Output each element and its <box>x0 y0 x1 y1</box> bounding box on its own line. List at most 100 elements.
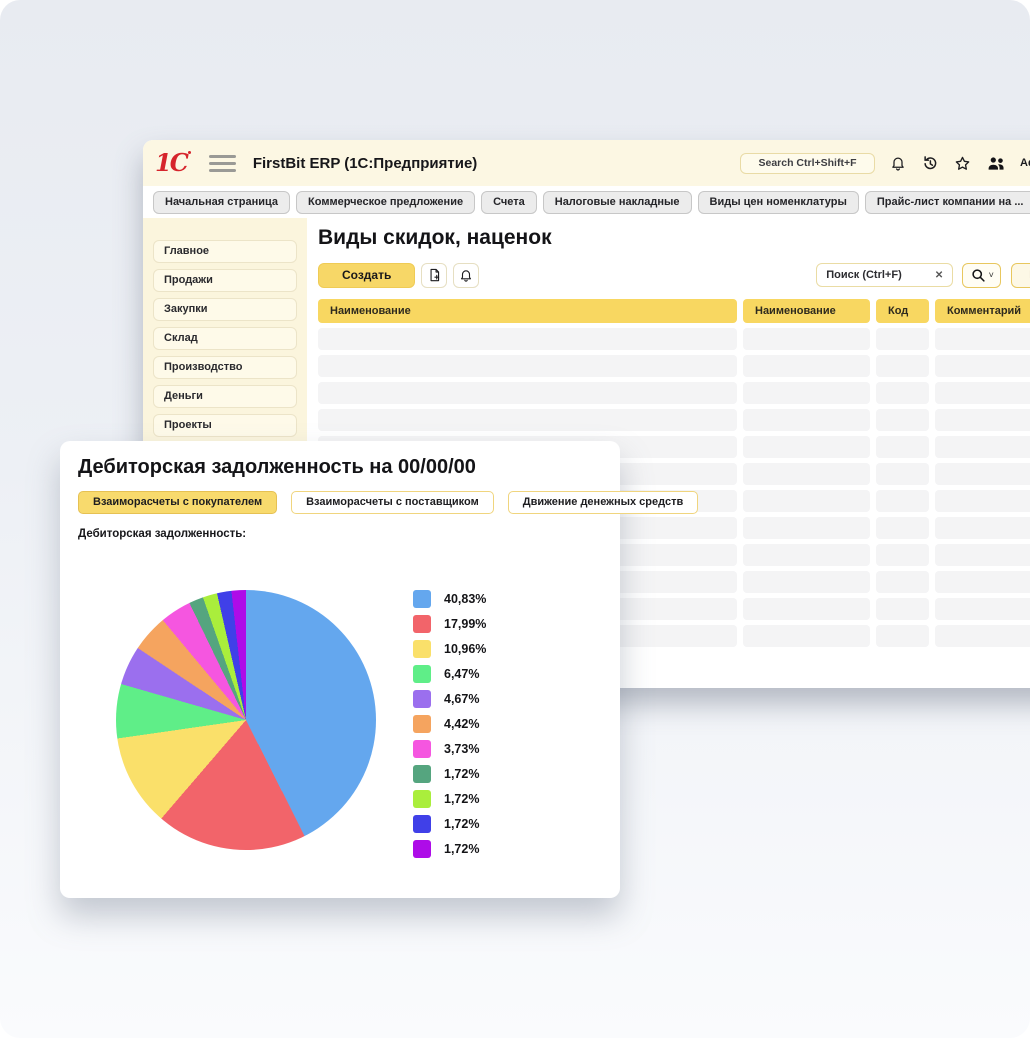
table-cell-placeholder <box>318 382 737 404</box>
table-cell-placeholder <box>876 490 929 512</box>
list-toolbar: Создать Поиск (Ctrl+F) ✕ ˅ <box>318 262 1030 288</box>
clear-search-icon[interactable]: ✕ <box>935 270 943 281</box>
legend-item: 1,72% <box>413 840 486 858</box>
report-title: Дебиторская задолженность на 00/00/00 <box>78 456 602 479</box>
table-cell-placeholder <box>876 571 929 593</box>
open-windows-tabbar: Начальная страница Коммерческое предложен… <box>143 186 1030 218</box>
app-title: FirstBit ERP (1С:Предприятие) <box>253 155 477 172</box>
legend-swatch <box>413 765 431 783</box>
report-tabs: Взаиморасчеты с покупателем Взаиморасчеты… <box>78 491 602 514</box>
sidebar-item-склад[interactable]: Склад <box>153 327 297 350</box>
table-cell-placeholder <box>318 328 737 350</box>
table-cell-placeholder <box>318 409 737 431</box>
document-add-icon[interactable] <box>421 263 447 288</box>
search-input[interactable]: Поиск (Ctrl+F) ✕ <box>816 263 953 287</box>
legend-label: 4,67% <box>444 692 479 706</box>
table-cell-placeholder <box>935 598 1030 620</box>
report-tab-движение-денежных-средств[interactable]: Движение денежных средств <box>508 491 699 514</box>
star-icon[interactable] <box>954 155 971 172</box>
table-cell-placeholder <box>743 598 870 620</box>
table-cell-placeholder <box>876 544 929 566</box>
column-header-1[interactable]: Наименование <box>318 299 737 323</box>
table-cell-placeholder <box>876 598 929 620</box>
table-cell-placeholder <box>876 463 929 485</box>
legend-label: 1,72% <box>444 842 479 856</box>
table-cell-placeholder <box>876 436 929 458</box>
table-cell-placeholder <box>743 571 870 593</box>
report-tab-взаиморасчеты-с-поставщиком[interactable]: Взаиморасчеты с поставщиком <box>291 491 494 514</box>
legend-item: 1,72% <box>413 815 486 833</box>
legend-label: 10,96% <box>444 642 486 656</box>
table-cell-placeholder <box>876 355 929 377</box>
receivables-report-card: Дебиторская задолженность на 00/00/00 Вз… <box>60 441 620 898</box>
chevron-down-icon: ˅ <box>989 270 994 280</box>
legend-label: 1,72% <box>444 767 479 781</box>
bell-icon[interactable] <box>890 155 906 172</box>
legend-label: 4,42% <box>444 717 479 731</box>
table-cell-placeholder <box>743 382 870 404</box>
table-cell-placeholder <box>743 328 870 350</box>
tab-виды-цен-номенклатуры[interactable]: Виды цен номенклатуры <box>698 191 859 214</box>
more-button[interactable]: Еще <box>1011 263 1030 288</box>
legend-swatch <box>413 715 431 733</box>
column-header-2[interactable]: Наименование <box>743 299 870 323</box>
legend-item: 40,83% <box>413 590 486 608</box>
legend-label: 1,72% <box>444 817 479 831</box>
bell-icon[interactable] <box>453 263 479 288</box>
legend-swatch <box>413 840 431 858</box>
table-cell-placeholder <box>876 382 929 404</box>
table-cell-placeholder <box>935 328 1030 350</box>
header-right-cluster: Search Ctrl+Shift+F Admin <box>740 140 1030 186</box>
current-user-label[interactable]: Admin <box>1020 157 1030 169</box>
table-cell-placeholder <box>935 490 1030 512</box>
sidebar-item-деньги[interactable]: Деньги <box>153 385 297 408</box>
table-cell-placeholder <box>743 517 870 539</box>
legend-item: 4,67% <box>413 690 486 708</box>
column-header-3[interactable]: Код <box>876 299 929 323</box>
sidebar-item-главное[interactable]: Главное <box>153 240 297 263</box>
table-cell-placeholder <box>935 571 1030 593</box>
page-background: 1С FirstBit ERP (1С:Предприятие) Search … <box>0 0 1030 1038</box>
legend-item: 4,42% <box>413 715 486 733</box>
column-header-4[interactable]: Комментарий <box>935 299 1030 323</box>
pie-chart-area: 40,83%17,99%10,96%6,47%4,67%4,42%3,73%1,… <box>78 540 602 870</box>
sidebar-item-закупки[interactable]: Закупки <box>153 298 297 321</box>
legend-swatch <box>413 640 431 658</box>
table-cell-placeholder <box>935 544 1030 566</box>
legend-label: 40,83% <box>444 592 486 606</box>
sidebar-item-продажи[interactable]: Продажи <box>153 269 297 292</box>
tab-прайс-лист-компании-на[interactable]: Прайс-лист компании на ... <box>865 191 1030 214</box>
table-cell-placeholder <box>935 463 1030 485</box>
report-tab-взаиморасчеты-с-покупателем[interactable]: Взаиморасчеты с покупателем <box>78 491 277 514</box>
legend-swatch <box>413 615 431 633</box>
tab-налоговые-накладные[interactable]: Налоговые накладные <box>543 191 692 214</box>
table-cell-placeholder <box>876 517 929 539</box>
global-search-input[interactable]: Search Ctrl+Shift+F <box>740 153 875 174</box>
legend-swatch <box>413 740 431 758</box>
tab-начальная-страница[interactable]: Начальная страница <box>153 191 290 214</box>
users-icon[interactable] <box>986 155 1006 172</box>
table-cell-placeholder <box>743 463 870 485</box>
tab-счета[interactable]: Счета <box>481 191 537 214</box>
sidebar-item-производство[interactable]: Производство <box>153 356 297 379</box>
tab-коммерческое-предложение[interactable]: Коммерческое предложение <box>296 191 475 214</box>
table-cell-placeholder <box>318 355 737 377</box>
table-cell-placeholder <box>935 382 1030 404</box>
create-button[interactable]: Создать <box>318 263 415 288</box>
table-cell-placeholder <box>935 355 1030 377</box>
table-cell-placeholder <box>743 625 870 647</box>
legend-label: 3,73% <box>444 742 479 756</box>
table-cell-placeholder <box>743 544 870 566</box>
legend-item: 1,72% <box>413 790 486 808</box>
legend-item: 1,72% <box>413 765 486 783</box>
legend-swatch <box>413 790 431 808</box>
magnifier-icon <box>970 267 987 284</box>
table-cell-placeholder <box>876 409 929 431</box>
menu-hamburger-icon[interactable] <box>209 155 236 172</box>
advanced-search-button[interactable]: ˅ <box>962 263 1001 288</box>
sidebar-item-проекты[interactable]: Проекты <box>153 414 297 437</box>
logo-dot <box>188 151 191 154</box>
legend-label: 1,72% <box>444 792 479 806</box>
table-cell-placeholder <box>743 409 870 431</box>
history-icon[interactable] <box>921 154 939 172</box>
